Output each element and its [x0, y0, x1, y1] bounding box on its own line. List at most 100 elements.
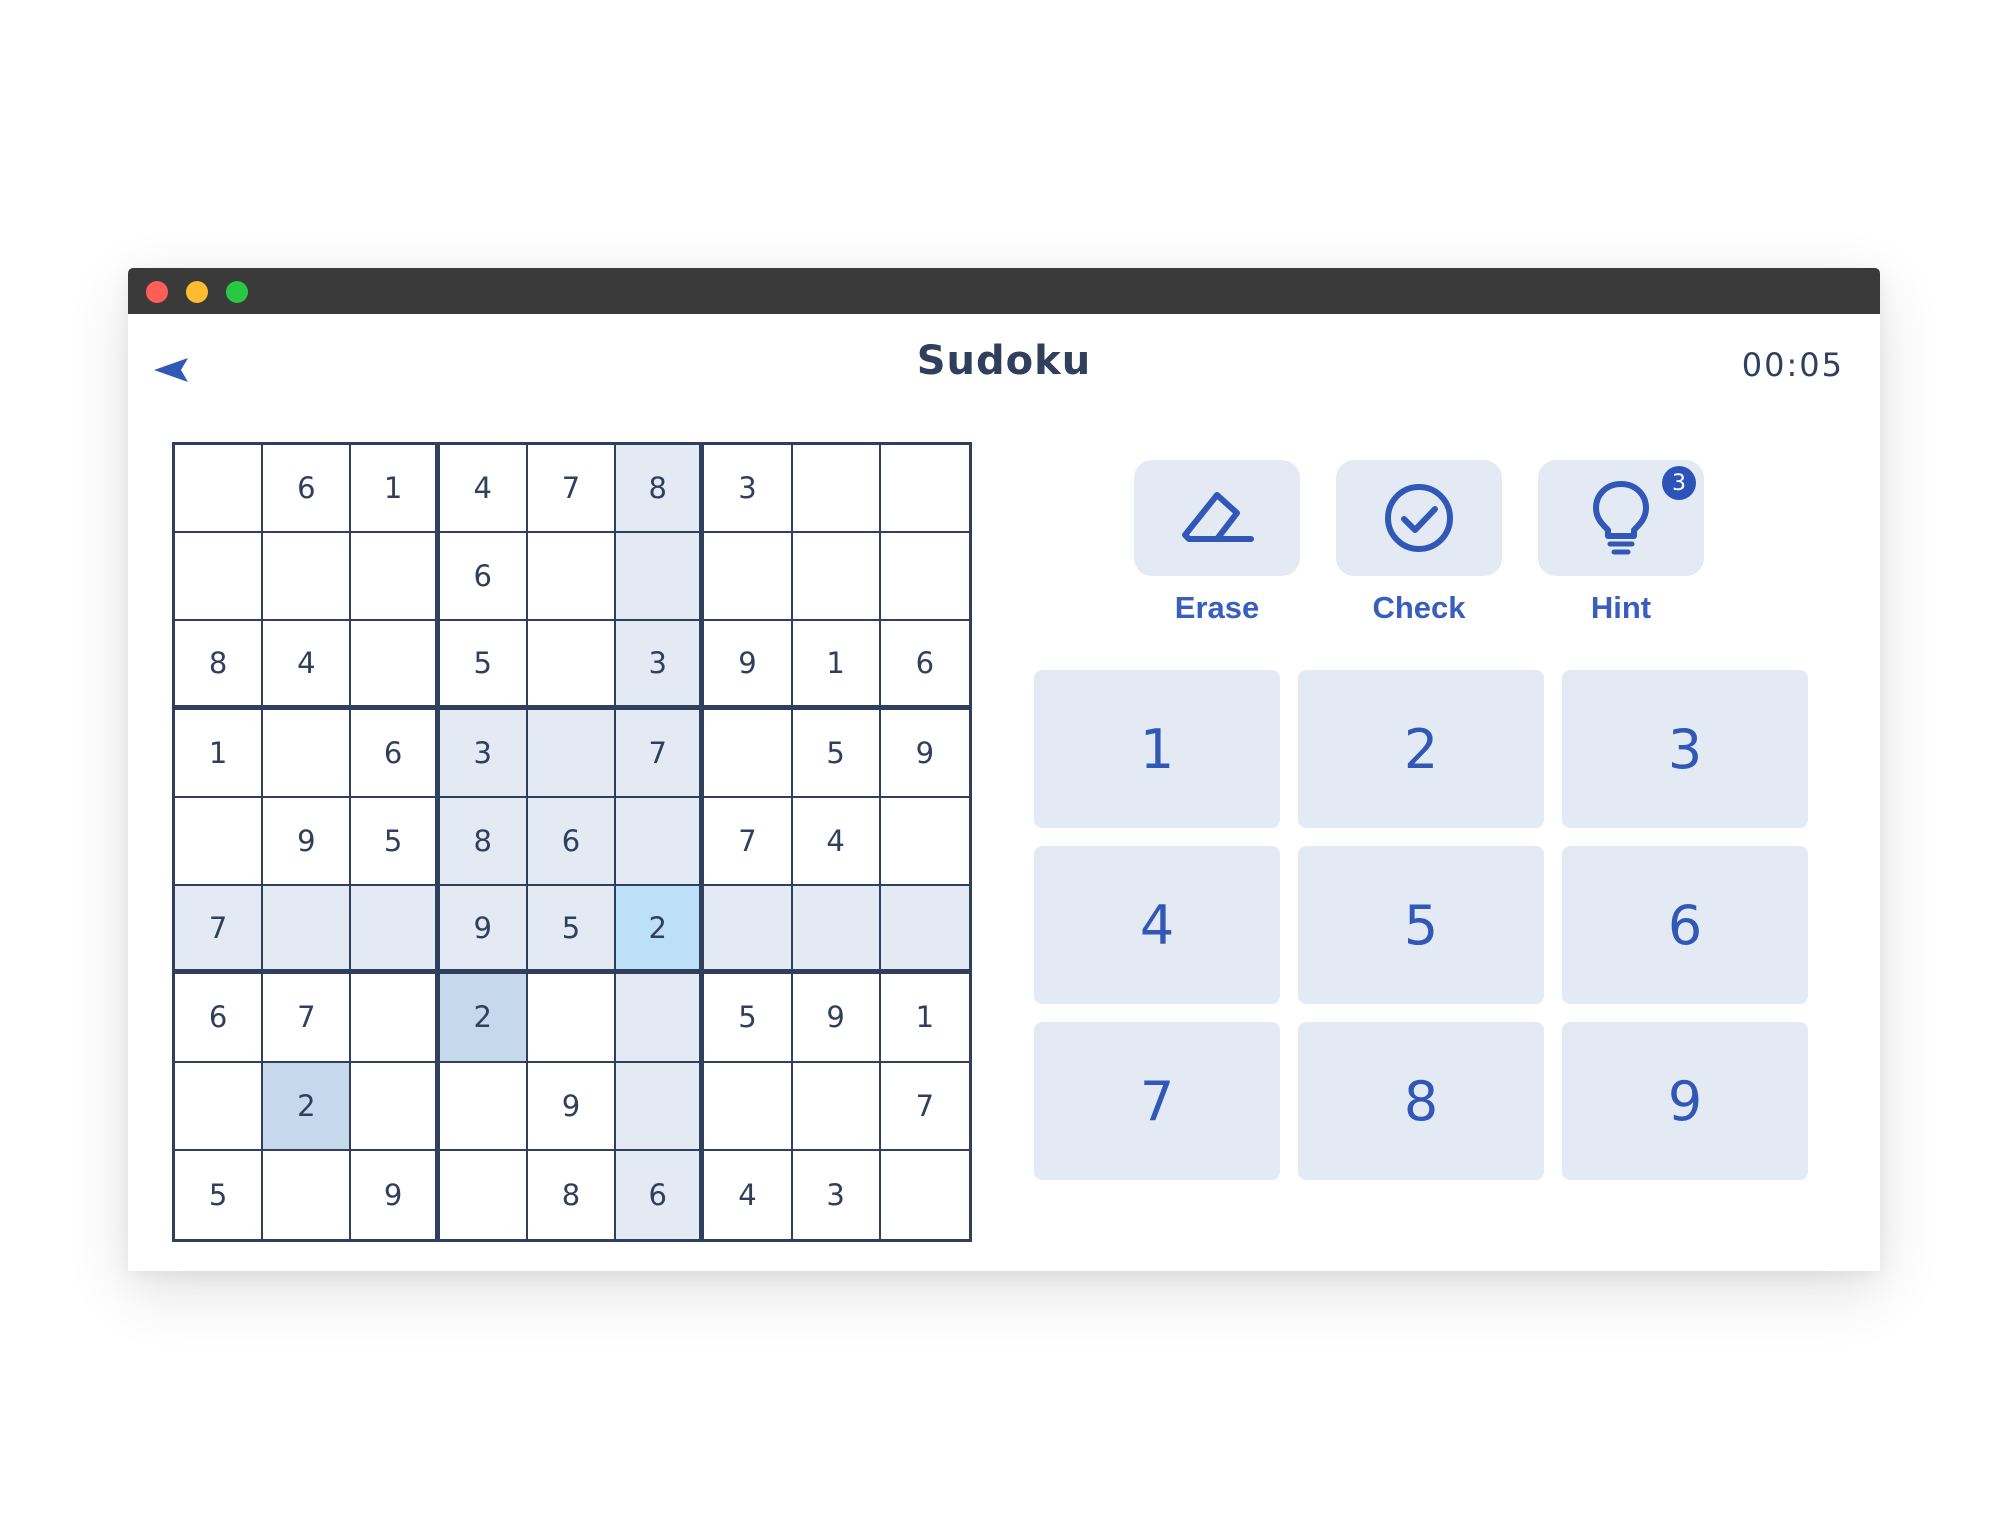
sudoku-cell-r7c6[interactable]	[616, 974, 705, 1063]
sudoku-cell-r4c8[interactable]: 5	[792, 709, 881, 798]
sudoku-cell-r5c5[interactable]: 6	[527, 797, 617, 887]
sudoku-cell-r7c2[interactable]: 7	[263, 974, 352, 1063]
sudoku-cell-r8c2[interactable]: 2	[263, 1062, 352, 1151]
sudoku-cell-r9c7[interactable]: 4	[704, 1150, 793, 1239]
sudoku-cell-r3c2[interactable]: 4	[263, 621, 352, 710]
number-button-7[interactable]: 7	[1034, 1022, 1280, 1180]
lightbulb-icon	[1593, 481, 1649, 555]
sudoku-cell-r3c3[interactable]	[351, 621, 440, 710]
sudoku-cell-r9c4[interactable]	[439, 1150, 528, 1239]
number-button-9[interactable]: 9	[1562, 1022, 1808, 1180]
sudoku-cell-r4c5[interactable]	[527, 709, 617, 798]
sudoku-cell-r9c1[interactable]: 5	[175, 1150, 264, 1239]
number-button-6[interactable]: 6	[1562, 846, 1808, 1004]
sudoku-board: 6147836845391616375995867479526725912975…	[172, 442, 972, 1242]
sudoku-cell-r1c9[interactable]	[880, 445, 969, 534]
sudoku-cell-r6c7[interactable]	[704, 886, 793, 975]
sudoku-cell-r9c9[interactable]	[880, 1150, 969, 1239]
sudoku-cell-r3c4[interactable]: 5	[439, 621, 528, 710]
sudoku-cell-r6c8[interactable]	[792, 886, 881, 975]
sudoku-cell-r8c8[interactable]	[792, 1062, 881, 1151]
sudoku-cell-r2c7[interactable]	[704, 533, 793, 622]
minimize-window-button[interactable]	[186, 281, 208, 303]
sudoku-cell-r8c6[interactable]	[616, 1062, 705, 1151]
sudoku-cell-r3c8[interactable]: 1	[792, 621, 881, 710]
sudoku-cell-r6c2[interactable]	[263, 886, 352, 975]
sudoku-cell-r9c5[interactable]: 8	[527, 1150, 617, 1239]
sudoku-cell-r2c2[interactable]	[263, 533, 352, 622]
number-button-8[interactable]: 8	[1298, 1022, 1544, 1180]
sudoku-cell-r1c6[interactable]: 8	[616, 445, 705, 534]
app-window: Sudoku 00:05 614783684539161637599586747…	[128, 268, 1880, 1271]
sudoku-cell-r7c9[interactable]: 1	[880, 974, 969, 1063]
sudoku-cell-r3c6[interactable]: 3	[616, 621, 705, 710]
sudoku-cell-r2c5[interactable]	[527, 533, 617, 622]
sudoku-cell-r9c6[interactable]: 6	[616, 1150, 705, 1239]
sudoku-cell-r1c3[interactable]: 1	[351, 445, 440, 534]
sudoku-cell-r4c1[interactable]: 1	[175, 709, 264, 798]
sudoku-cell-r2c6[interactable]	[616, 533, 705, 622]
sudoku-cell-r5c1[interactable]	[175, 797, 264, 887]
sudoku-cell-r8c9[interactable]: 7	[880, 1062, 969, 1151]
number-button-3[interactable]: 3	[1562, 670, 1808, 828]
sudoku-cell-r3c1[interactable]: 8	[175, 621, 264, 710]
sudoku-cell-r7c4[interactable]: 2	[439, 974, 528, 1063]
sudoku-cell-r5c3[interactable]: 5	[351, 797, 440, 887]
sudoku-cell-r6c4[interactable]: 9	[439, 886, 528, 975]
sudoku-cell-r6c5[interactable]: 5	[527, 886, 617, 975]
sudoku-cell-r3c7[interactable]: 9	[704, 621, 793, 710]
sudoku-cell-r2c1[interactable]	[175, 533, 264, 622]
sudoku-cell-r8c3[interactable]	[351, 1062, 440, 1151]
sudoku-cell-r5c4[interactable]: 8	[439, 797, 528, 887]
sudoku-cell-r2c3[interactable]	[351, 533, 440, 622]
sudoku-cell-r6c3[interactable]	[351, 886, 440, 975]
sudoku-cell-r1c8[interactable]	[792, 445, 881, 534]
close-window-button[interactable]	[146, 281, 168, 303]
sudoku-cell-r9c2[interactable]	[263, 1150, 352, 1239]
sudoku-cell-r9c3[interactable]: 9	[351, 1150, 440, 1239]
sudoku-cell-r5c7[interactable]: 7	[704, 797, 793, 887]
number-button-4[interactable]: 4	[1034, 846, 1280, 1004]
sudoku-cell-r3c5[interactable]	[527, 621, 617, 710]
hint-button[interactable]: 3	[1538, 460, 1704, 576]
sudoku-cell-r2c4[interactable]: 6	[439, 533, 528, 622]
sudoku-cell-r5c2[interactable]: 9	[263, 797, 352, 887]
number-pad: 1 2 3 4 5 6 7 8 9	[1034, 670, 1808, 1180]
sudoku-cell-r7c8[interactable]: 9	[792, 974, 881, 1063]
sudoku-cell-r7c5[interactable]	[527, 974, 617, 1063]
sudoku-cell-r5c6[interactable]	[616, 797, 705, 887]
sudoku-cell-r6c9[interactable]	[880, 886, 969, 975]
sudoku-cell-r4c4[interactable]: 3	[439, 709, 528, 798]
sudoku-cell-r1c2[interactable]: 6	[263, 445, 352, 534]
sudoku-cell-r9c8[interactable]: 3	[792, 1150, 881, 1239]
sudoku-cell-r4c2[interactable]	[263, 709, 352, 798]
erase-button[interactable]	[1134, 460, 1300, 576]
sudoku-cell-r6c1[interactable]: 7	[175, 886, 264, 975]
sudoku-cell-r8c7[interactable]	[704, 1062, 793, 1151]
sudoku-cell-r7c7[interactable]: 5	[704, 974, 793, 1063]
maximize-window-button[interactable]	[226, 281, 248, 303]
sudoku-cell-r1c1[interactable]	[175, 445, 264, 534]
sudoku-cell-r6c6[interactable]: 2	[616, 886, 705, 975]
number-button-1[interactable]: 1	[1034, 670, 1280, 828]
sudoku-cell-r3c9[interactable]: 6	[880, 621, 969, 710]
sudoku-cell-r5c8[interactable]: 4	[792, 797, 881, 887]
sudoku-cell-r8c1[interactable]	[175, 1062, 264, 1151]
sudoku-cell-r1c4[interactable]: 4	[439, 445, 528, 534]
number-button-5[interactable]: 5	[1298, 846, 1544, 1004]
sudoku-cell-r1c5[interactable]: 7	[527, 445, 617, 534]
sudoku-cell-r4c3[interactable]: 6	[351, 709, 440, 798]
sudoku-cell-r4c9[interactable]: 9	[880, 709, 969, 798]
sudoku-cell-r2c8[interactable]	[792, 533, 881, 622]
sudoku-cell-r1c7[interactable]: 3	[704, 445, 793, 534]
sudoku-cell-r2c9[interactable]	[880, 533, 969, 622]
sudoku-cell-r7c1[interactable]: 6	[175, 974, 264, 1063]
sudoku-cell-r8c5[interactable]: 9	[527, 1062, 617, 1151]
check-button[interactable]	[1336, 460, 1502, 576]
sudoku-cell-r7c3[interactable]	[351, 974, 440, 1063]
number-button-2[interactable]: 2	[1298, 670, 1544, 828]
sudoku-cell-r4c6[interactable]: 7	[616, 709, 705, 798]
sudoku-cell-r8c4[interactable]	[439, 1062, 528, 1151]
sudoku-cell-r5c9[interactable]	[880, 797, 969, 887]
sudoku-cell-r4c7[interactable]	[704, 709, 793, 798]
